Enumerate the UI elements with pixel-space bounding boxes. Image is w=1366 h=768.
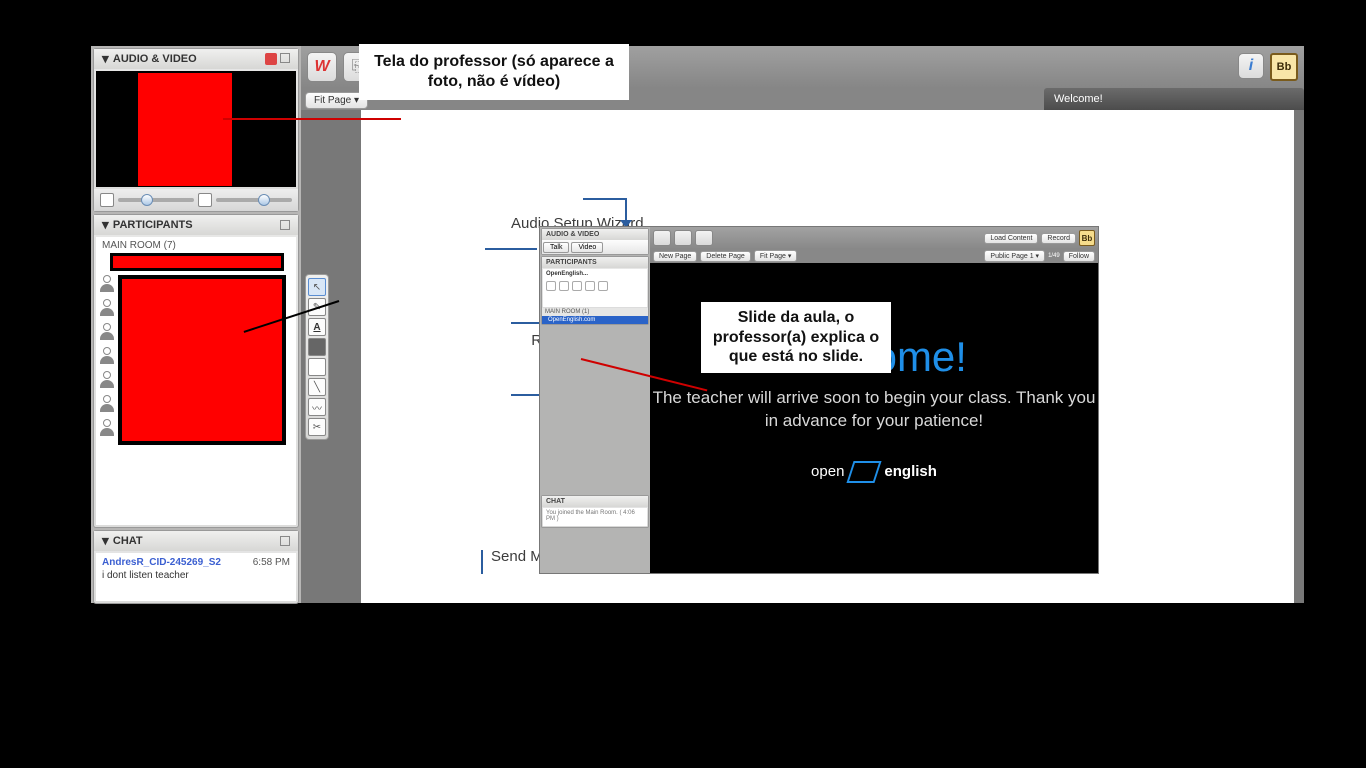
user-icon — [98, 371, 116, 389]
redacted-block — [110, 253, 284, 271]
mini-share-button[interactable] — [674, 230, 692, 246]
mini-tool-icon[interactable] — [559, 281, 569, 291]
avatar-column — [98, 275, 116, 437]
mini-follow-button[interactable]: Follow — [1063, 251, 1095, 262]
mini-host: OpenEnglish... — [543, 269, 647, 279]
audio-video-header[interactable]: ▶AUDIO & VIDEO — [94, 49, 298, 69]
filled-rect-tool[interactable] — [308, 338, 326, 356]
audio-video-panel: ▶AUDIO & VIDEO — [93, 48, 299, 212]
mini-chat-title: CHAT — [546, 498, 565, 505]
chevron-down-icon: ▶ — [100, 538, 111, 545]
mini-wb-button[interactable] — [653, 230, 671, 246]
mini-tool-icon[interactable] — [598, 281, 608, 291]
mic-icon[interactable] — [100, 193, 114, 207]
mini-deletepage-button[interactable]: Delete Page — [700, 251, 751, 262]
chat-message: i dont listen teacher — [102, 570, 290, 581]
mini-video-button[interactable]: Video — [571, 242, 603, 253]
user-icon — [98, 275, 116, 293]
marker-tool[interactable]: 〰 — [308, 398, 326, 416]
mini-mainroom: MAIN ROOM (1) — [542, 308, 648, 316]
video-feed — [96, 71, 296, 187]
whiteboard-button[interactable]: W — [307, 52, 337, 82]
participants-panel: ▶PARTICIPANTS MAIN ROOM (7) — [93, 214, 299, 528]
speaker-icon[interactable] — [198, 193, 212, 207]
mini-fitpage-dropdown[interactable]: Fit Page ▾ — [754, 250, 798, 262]
participants-title: PARTICIPANTS — [113, 219, 193, 231]
mini-page-count: 1/49 — [1048, 253, 1060, 259]
mini-web-button[interactable] — [695, 230, 713, 246]
panel-menu-icon[interactable] — [280, 220, 290, 230]
whiteboard-toolpanel: ↖ ✎ A ╲ 〰 ✂ — [305, 274, 329, 440]
mini-selected-row[interactable]: OpenEnglish.com — [542, 316, 648, 324]
mini-screenshot: AUDIO & VIDEO Talk Video PARTICIPANTS Op… — [539, 226, 1099, 574]
mini-topbar: Load Content Record Bb — [650, 227, 1098, 249]
mini-publicpage-dropdown[interactable]: Public Page 1 ▾ — [984, 250, 1045, 262]
connector-line — [239, 300, 339, 330]
mini-bb-button[interactable]: Bb — [1079, 230, 1095, 246]
callout-connector-line — [223, 118, 401, 120]
chat-time: 6:58 PM — [253, 557, 290, 568]
chat-panel: ▶CHAT AndresR_CID-245269_S2 6:58 PM i do… — [93, 530, 299, 604]
mini-tool-icon[interactable] — [572, 281, 582, 291]
user-icon — [98, 299, 116, 317]
panel-menu-icon[interactable] — [280, 536, 290, 546]
logo-text-open: open — [811, 463, 844, 480]
mini-tool-icon[interactable] — [546, 281, 556, 291]
main-room-label: MAIN ROOM (7) — [96, 237, 296, 254]
participants-header[interactable]: ▶PARTICIPANTS — [94, 215, 298, 235]
line-tool[interactable]: ╲ — [308, 378, 326, 396]
openenglish-logo: open english — [811, 461, 937, 483]
chat-user: AndresR_CID-245269_S2 — [102, 557, 221, 568]
mini-tool-icon[interactable] — [585, 281, 595, 291]
panel-menu-icon[interactable] — [280, 53, 290, 63]
mini-sidebar: AUDIO & VIDEO Talk Video PARTICIPANTS Op… — [540, 227, 650, 573]
info-button[interactable]: i — [1238, 53, 1264, 79]
welcome-tab[interactable]: Welcome! — [1044, 88, 1304, 110]
chat-title: CHAT — [113, 535, 143, 547]
user-icon — [98, 347, 116, 365]
mini-chat-msg: You joined the Main Room. ( 4:06 PM ) — [543, 508, 647, 526]
mini-wait-text: The teacher will arrive soon to begin yo… — [650, 387, 1098, 433]
mini-load-content-button[interactable]: Load Content — [984, 233, 1038, 244]
mini-talk-button[interactable]: Talk — [543, 242, 569, 253]
speaker-volume-slider[interactable] — [216, 198, 292, 202]
user-icon — [98, 395, 116, 413]
mic-volume-slider[interactable] — [118, 198, 194, 202]
blackboard-button[interactable]: Bb — [1270, 53, 1298, 81]
pointer-tool[interactable]: ↖ — [308, 278, 326, 296]
connector-line — [485, 248, 537, 250]
mini-record-button[interactable]: Record — [1041, 233, 1076, 244]
audio-video-title: AUDIO & VIDEO — [113, 53, 197, 65]
logo-parallelogram-icon — [847, 461, 882, 483]
mini-av-title: AUDIO & VIDEO — [546, 231, 599, 238]
app-window: ▶AUDIO & VIDEO ▶PARTICIPANTS — [91, 46, 1304, 603]
mini-crumbbar: New Page Delete Page Fit Page ▾ Public P… — [650, 249, 1098, 263]
camera-icon[interactable] — [265, 53, 277, 65]
rect-tool[interactable] — [308, 358, 326, 376]
mini-part-title: PARTICIPANTS — [546, 259, 597, 266]
redacted-block — [138, 73, 232, 186]
user-icon — [98, 323, 116, 341]
chat-body: AndresR_CID-245269_S2 6:58 PM i dont lis… — [96, 553, 296, 601]
logo-text-english: english — [884, 463, 937, 480]
callout-slide: Slide da aula, o professor(a) explica o … — [701, 302, 891, 373]
callout-teacher-screen: Tela do professor (só aparece a foto, nã… — [359, 44, 629, 100]
user-icon — [98, 419, 116, 437]
mini-newpage-button[interactable]: New Page — [653, 251, 697, 262]
connector-line — [481, 550, 483, 574]
chat-header[interactable]: ▶CHAT — [94, 531, 298, 551]
clip-tool[interactable]: ✂ — [308, 418, 326, 436]
audio-controls — [94, 189, 298, 211]
participants-list: MAIN ROOM (7) — [96, 237, 296, 525]
chevron-down-icon: ▶ — [100, 222, 111, 229]
chevron-down-icon: ▶ — [100, 56, 111, 63]
